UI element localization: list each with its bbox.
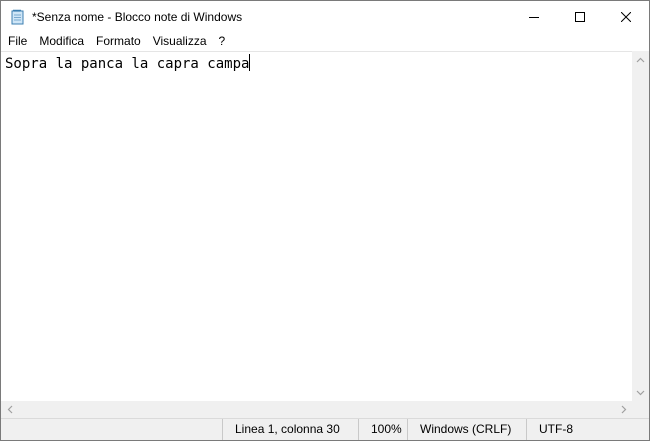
menu-bar: File Modifica Formato Visualizza ? (1, 32, 649, 51)
chevron-up-icon (636, 57, 645, 62)
menu-help[interactable]: ? (213, 32, 232, 51)
chevron-right-icon (621, 405, 626, 414)
scrollbar-corner (632, 401, 649, 418)
window-title: *Senza nome - Blocco note di Windows (32, 9, 243, 24)
chevron-down-icon (636, 390, 645, 395)
minimize-button[interactable] (511, 1, 557, 32)
horizontal-scrollbar[interactable] (1, 401, 632, 418)
notepad-window: *Senza nome - Blocco note di Windows Fil… (0, 0, 650, 441)
status-bar: Linea 1, colonna 30 100% Windows (CRLF) … (1, 418, 649, 440)
menu-modifica[interactable]: Modifica (33, 32, 90, 51)
scroll-left-button[interactable] (1, 401, 18, 418)
window-controls (511, 1, 649, 32)
title-bar[interactable]: *Senza nome - Blocco note di Windows (1, 1, 649, 32)
chevron-left-icon (7, 405, 12, 414)
maximize-button[interactable] (557, 1, 603, 32)
text-caret (249, 54, 251, 71)
menu-file[interactable]: File (1, 32, 33, 51)
menu-formato[interactable]: Formato (90, 32, 147, 51)
minimize-icon (529, 16, 539, 18)
vertical-scrollbar[interactable] (632, 51, 649, 401)
menu-visualizza[interactable]: Visualizza (147, 32, 213, 51)
maximize-icon (575, 11, 585, 22)
close-button[interactable] (603, 1, 649, 32)
editor-text: Sopra la panca la capra campa (5, 56, 250, 72)
status-zoom: 100% (358, 419, 407, 440)
text-editor[interactable]: Sopra la panca la capra campa (1, 51, 632, 401)
status-cursor-position: Linea 1, colonna 30 (222, 419, 358, 440)
editor-content[interactable]: Sopra la panca la capra campa (5, 54, 251, 73)
scroll-right-button[interactable] (615, 401, 632, 418)
status-line-ending: Windows (CRLF) (407, 419, 526, 440)
status-encoding: UTF-8 (526, 419, 649, 440)
notepad-icon (10, 9, 26, 25)
scroll-down-button[interactable] (632, 384, 649, 401)
close-icon (621, 11, 631, 22)
scroll-up-button[interactable] (632, 51, 649, 68)
